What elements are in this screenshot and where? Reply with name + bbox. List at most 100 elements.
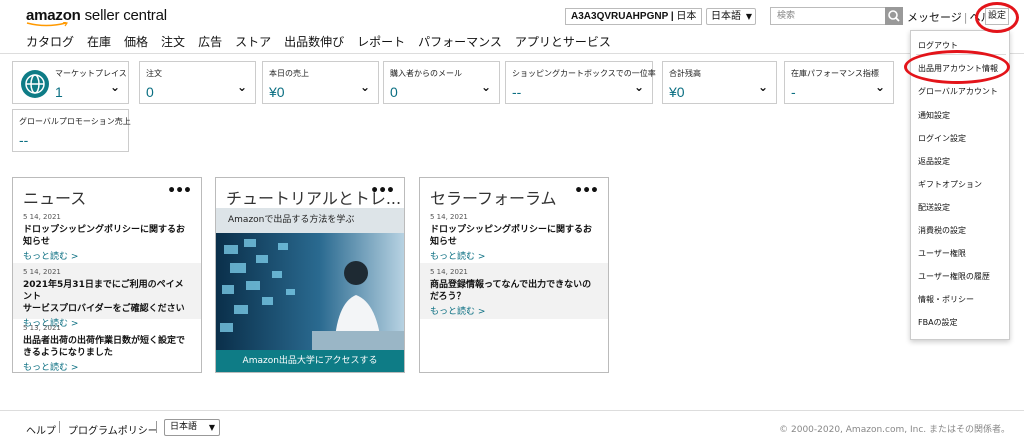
menu-item-info-policies[interactable]: 情報・ポリシー	[918, 294, 974, 305]
header-divider	[0, 53, 1024, 54]
language-value: 日本語	[711, 11, 741, 22]
tile-orders[interactable]: 注文 0 ⌄	[139, 61, 256, 104]
read-more-link[interactable]: もっと読む >	[430, 249, 598, 262]
news-title: ニュース	[23, 189, 87, 208]
menu-item-permission-history[interactable]: ユーザー権限の履歴	[918, 271, 990, 282]
highlight-circle-settings	[975, 2, 1019, 33]
tile-value: ¥0	[269, 84, 285, 100]
messages-link[interactable]: メッセージ	[907, 11, 962, 24]
chevron-down-icon: ⌄	[480, 80, 491, 94]
tile-value: 0	[390, 84, 398, 100]
language-select[interactable]: 日本語 ▼	[706, 8, 756, 25]
chevron-down-icon: ⌄	[236, 80, 247, 94]
footer-policy-link[interactable]: プログラムポリシー	[68, 422, 158, 437]
forum-card: セラーフォーラム ••• 5 14, 2021 ドロップシッピングポリシーに関す…	[419, 177, 609, 373]
read-more-link[interactable]: もっと読む >	[23, 360, 191, 373]
tutorial-image[interactable]	[216, 233, 404, 351]
read-more-link[interactable]: もっと読む >	[430, 304, 598, 317]
more-options-icon[interactable]: •••	[574, 183, 599, 199]
seller-university-button[interactable]: Amazon出品大学にアクセスする	[216, 350, 404, 372]
tile-label: 合計残高	[669, 69, 701, 78]
menu-item-user-permissions[interactable]: ユーザー権限	[918, 248, 966, 259]
nav-pricing[interactable]: 価格	[124, 35, 148, 49]
footer-separator	[59, 421, 60, 433]
tile-value: ¥0	[669, 84, 685, 100]
footer-language-value: 日本語	[170, 422, 198, 432]
tile-inventory-performance[interactable]: 在庫パフォーマンス指標 - ⌄	[784, 61, 894, 104]
logo-rest: seller central	[80, 7, 167, 24]
tile-label: マーケットプレイス	[55, 69, 127, 78]
logo-smile-icon	[26, 22, 68, 27]
copyright-text: © 2000-2020, Amazon.com, Inc. またはその関係者。	[779, 425, 1010, 435]
tile-value: 0	[146, 84, 154, 100]
nav-inventory[interactable]: 在庫	[87, 35, 111, 49]
forum-headline[interactable]: 商品登録情報ってなんで出力できないの だろう？	[430, 279, 598, 303]
tile-label: 購入者からのメール	[390, 69, 462, 78]
tile-value: -	[791, 84, 796, 100]
menu-item-shipping[interactable]: 配送設定	[918, 202, 950, 213]
tile-label: グローバルプロモーション売上	[19, 117, 131, 126]
news-headline[interactable]: 出品者出荷の出荷作業日数が短く設定で きるようになりました	[23, 335, 191, 359]
news-card: ニュース ••• 5 14, 2021 ドロップシッピングポリシーに関するお 知ら…	[12, 177, 202, 373]
footer-help-link[interactable]: ヘルプ	[26, 422, 56, 437]
news-date: 5 14, 2021	[23, 213, 61, 221]
tile-value: --	[19, 132, 29, 148]
menu-item-returns[interactable]: 返品設定	[918, 156, 950, 167]
account-id: A3A3QVRUAHPGNP	[571, 11, 669, 22]
tile-label: ショッピングカートボックスでの一位率	[512, 69, 656, 78]
forum-title: セラーフォーラム	[430, 189, 557, 208]
nav-performance[interactable]: パフォーマンス	[418, 35, 502, 49]
news-item: 5 14, 2021 2021年5月31日までにご利用のペイメント サービスプロバ…	[13, 263, 201, 329]
menu-item-gift-options[interactable]: ギフトオプション	[918, 179, 982, 190]
account-region: 日本	[676, 11, 697, 22]
tile-label: 本日の売上	[269, 69, 309, 78]
search-icon	[888, 10, 900, 22]
forum-headline[interactable]: ドロップシッピングポリシーに関するお 知らせ	[430, 224, 598, 248]
footer-separator	[156, 421, 157, 433]
tile-value: 1	[55, 84, 63, 100]
more-options-icon[interactable]: •••	[370, 183, 395, 199]
search-button[interactable]	[885, 7, 903, 25]
highlight-circle-account-info	[904, 50, 1010, 84]
tutorial-subtitle: Amazonで出品する方法を学ぶ	[216, 208, 404, 233]
tile-label: 在庫パフォーマンス指標	[791, 69, 879, 78]
nav-orders[interactable]: 注文	[161, 35, 185, 49]
forum-item: 5 14, 2021 ドロップシッピングポリシーに関するお 知らせ もっと読む >	[420, 208, 608, 263]
chevron-down-icon: ⌄	[109, 80, 120, 94]
menu-item-login-settings[interactable]: ログイン設定	[918, 133, 966, 144]
main-nav: カタログ 在庫 価格 注文 広告 ストア 出品数伸び レポート パフォーマンス アプリとサービス	[26, 33, 624, 50]
tile-global-promo[interactable]: グローバルプロモーション売上 --	[12, 109, 131, 152]
nav-reports[interactable]: レポート	[357, 35, 405, 49]
menu-item-fba-settings[interactable]: FBAの設定	[918, 317, 958, 328]
nav-stores[interactable]: ストア	[235, 35, 271, 49]
news-date: 5 13, 2021	[23, 324, 61, 332]
news-headline[interactable]: ドロップシッピングポリシーに関するお 知らせ	[23, 224, 191, 248]
tile-buybox[interactable]: ショッピングカートボックスでの一位率 -- ⌄	[505, 61, 656, 104]
tile-buyer-messages[interactable]: 購入者からのメール 0 ⌄	[383, 61, 500, 104]
tile-balance[interactable]: 合計残高 ¥0 ⌄	[662, 61, 777, 104]
tile-marketplace[interactable]: マーケットプレイス 1 ⌄	[12, 61, 129, 104]
nav-growth[interactable]: 出品数伸び	[284, 35, 344, 49]
nav-apps[interactable]: アプリとサービス	[515, 35, 611, 49]
news-date: 5 14, 2021	[23, 268, 61, 276]
account-selector[interactable]: A3A3QVRUAHPGNP | 日本	[565, 8, 703, 25]
menu-item-tax[interactable]: 消費税の設定	[918, 225, 966, 236]
chevron-down-icon: ⌄	[874, 80, 885, 94]
tile-label: 注文	[146, 69, 162, 78]
chevron-down-icon: ⌄	[757, 80, 768, 94]
search-input[interactable]: 検索	[770, 7, 886, 25]
nav-advertising[interactable]: 広告	[198, 35, 222, 49]
forum-item: 5 14, 2021 商品登録情報ってなんで出力できないの だろう？ もっと読む …	[420, 263, 608, 319]
news-headline[interactable]: 2021年5月31日までにご利用のペイメント サービスプロバイダーをご確認ください	[23, 279, 191, 315]
footer-language-select[interactable]: 日本語 ▼	[164, 419, 220, 436]
tile-todays-sales[interactable]: 本日の売上 ¥0 ⌄	[262, 61, 379, 104]
read-more-link[interactable]: もっと読む >	[23, 249, 191, 262]
nav-catalog[interactable]: カタログ	[26, 35, 74, 49]
news-item: 5 14, 2021 ドロップシッピングポリシーに関するお 知らせ もっと読む >	[13, 208, 201, 263]
chevron-down-icon: ⌄	[633, 80, 644, 94]
more-options-icon[interactable]: •••	[167, 183, 192, 199]
menu-item-global-account[interactable]: グローバルアカウント	[918, 86, 998, 97]
menu-item-notifications[interactable]: 通知設定	[918, 110, 950, 121]
chevron-down-icon: ▼	[745, 12, 752, 21]
forum-date: 5 14, 2021	[430, 213, 468, 221]
